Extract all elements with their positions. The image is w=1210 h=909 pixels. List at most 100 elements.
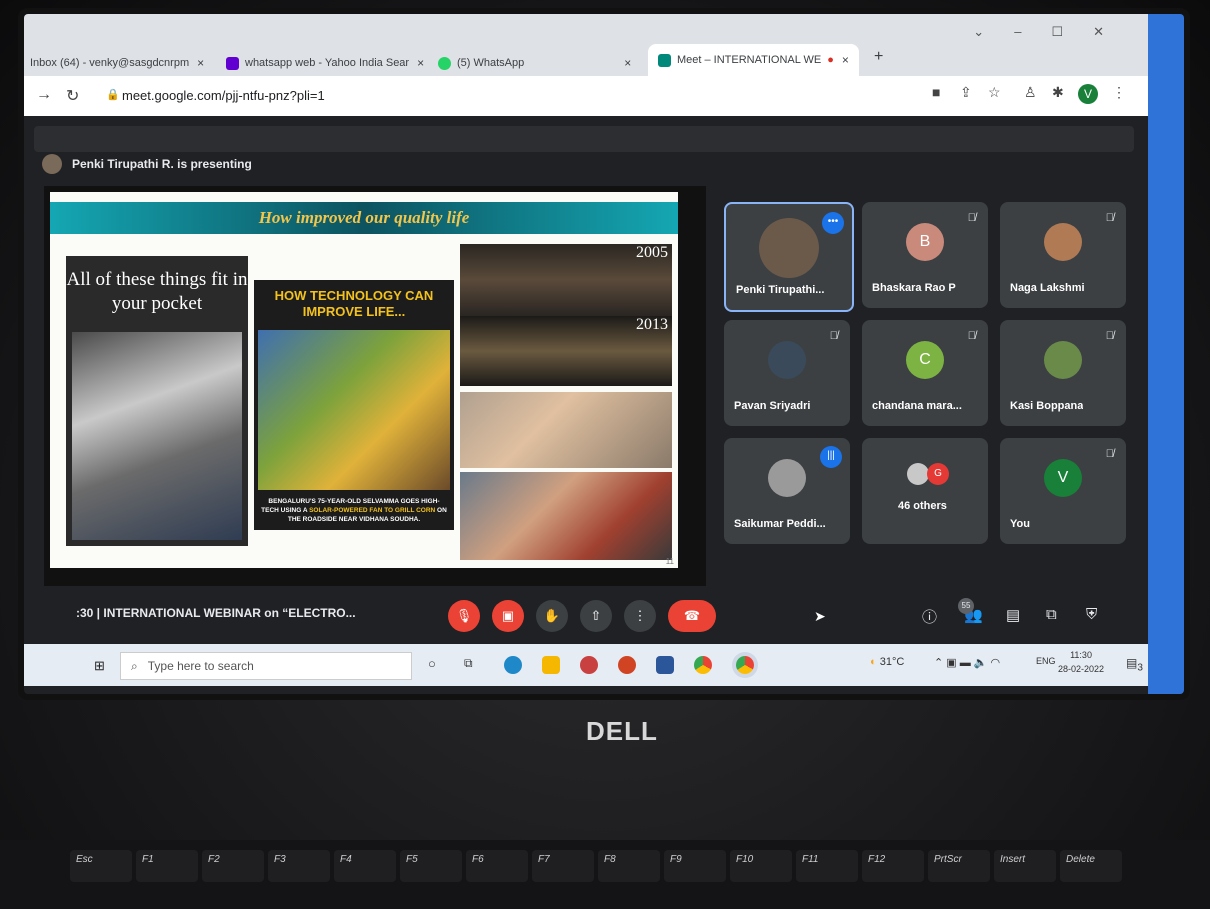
tab-yahoo[interactable]: whatsapp web - Yahoo India Sear × (226, 50, 424, 76)
gadgets-photo (72, 332, 242, 540)
panel-pocket-text: All of these things fit in your pocket (66, 269, 248, 314)
tab-gmail[interactable]: Inbox (64) - venky@sasgdcnrpm × (30, 50, 204, 76)
camera-icon[interactable]: ■ (932, 84, 940, 100)
app-icon[interactable] (580, 656, 598, 674)
tab-search-icon[interactable]: ⌄ (973, 24, 984, 40)
edge-icon[interactable] (504, 656, 522, 674)
yahoo-icon (226, 56, 239, 70)
lock-icon[interactable]: 🔒 (106, 88, 120, 101)
speaking-indicator-icon: ||| (820, 446, 842, 468)
participant-tile[interactable]: 🎙̸ Kasi Boppana (1000, 320, 1126, 426)
close-window-button[interactable]: ✕ (1093, 24, 1104, 40)
festival-crowd-photo (460, 472, 672, 560)
participant-tile[interactable]: 🎙̸ Pavan Sriyadri (724, 320, 850, 426)
share-icon[interactable]: ⇪ (960, 84, 972, 101)
self-tile[interactable]: 🎙̸ V You (1000, 438, 1126, 544)
others-tile[interactable]: G 46 others (862, 438, 988, 544)
window-controls: ⌄ – ☐ ✕ (973, 24, 1104, 40)
close-icon[interactable]: × (417, 56, 424, 70)
start-icon[interactable]: ⊞ (94, 658, 105, 674)
tab-whatsapp[interactable]: (5) WhatsApp × (438, 50, 631, 76)
chat-icon[interactable]: ▤ (1006, 606, 1020, 624)
powerpoint-icon[interactable] (618, 656, 636, 674)
new-tab-button[interactable]: + (874, 44, 883, 70)
leave-call-button[interactable]: ☎ (668, 600, 716, 632)
mic-off-icon: 🎙̸ (967, 330, 976, 342)
mic-off-icon: 🎙̸ (1105, 212, 1114, 224)
close-icon[interactable]: × (624, 56, 631, 70)
mic-off-icon: 🎙̸ (829, 330, 838, 342)
participant-name: chandana mara... (872, 400, 962, 412)
search-icon: ⌕ (131, 658, 138, 673)
chrome-active-icon[interactable] (736, 656, 754, 674)
key-insert: Insert (994, 850, 1056, 882)
presentation-view[interactable]: How improved our quality life All of the… (44, 186, 706, 586)
activities-icon[interactable]: ⧉ (1046, 606, 1057, 623)
participant-avatar-small: G (927, 463, 949, 485)
participant-tile[interactable]: 🎙̸ C chandana mara... (862, 320, 988, 426)
tab-meet[interactable]: Meet – INTERNATIONAL WE ● × (648, 44, 859, 76)
slide-number: 11 (665, 557, 674, 566)
mic-off-button[interactable]: 🎙 (448, 600, 480, 632)
participant-video (759, 218, 819, 278)
presenter-banner: Penki Tirupathi R. is presenting (42, 154, 252, 174)
reload-icon[interactable]: ↻ (66, 86, 79, 106)
key-delete: Delete (1060, 850, 1122, 882)
more-options-icon[interactable]: ••• (822, 212, 844, 234)
taskbar-search-input[interactable]: ⌕ Type here to search (120, 652, 412, 680)
participant-tile-presenter[interactable]: ••• Penki Tirupathi... (724, 202, 854, 312)
key-f1: F1 (136, 850, 198, 882)
accounts-icon[interactable]: ♙ (1024, 84, 1037, 101)
slide-panel-technology: HOW TECHNOLOGY CAN IMPROVE LIFE... BENGA… (254, 280, 454, 530)
key-f11: F11 (796, 850, 858, 882)
meet-stage: Penki Tirupathi R. is presenting How imp… (24, 116, 1148, 644)
profile-avatar[interactable]: V (1078, 84, 1098, 104)
raise-hand-button[interactable]: ✋ (536, 600, 568, 632)
key-f8: F8 (598, 850, 660, 882)
taskbar-clock[interactable]: 11:30 28-02-2022 (1058, 648, 1104, 676)
others-count: 46 others (898, 500, 947, 512)
minimize-button[interactable]: – (1014, 24, 1021, 40)
weather-icon: ◐ (870, 656, 877, 668)
people-icon[interactable]: 55 👥 (958, 598, 983, 624)
present-screen-button[interactable]: ⇧ (580, 600, 612, 632)
meet-controls: :30 | INTERNATIONAL WEBINAR on “ELECTRO.… (24, 588, 1148, 644)
slide-panel-crowds: 2005 2013 (460, 244, 672, 560)
task-view-icon[interactable]: ⧉ (464, 656, 473, 671)
participant-name: Kasi Boppana (1010, 400, 1084, 412)
participant-name: Penki Tirupathi... (736, 284, 825, 296)
cortana-icon[interactable]: ○ (428, 656, 436, 671)
key-f10: F10 (730, 850, 792, 882)
participant-tile[interactable]: 🎙̸ B Bhaskara Rao P (862, 202, 988, 308)
participant-name: Pavan Sriyadri (734, 400, 811, 412)
mic-off-icon: 🎙̸ (1105, 448, 1114, 460)
maximize-button[interactable]: ☐ (1051, 24, 1063, 40)
participant-avatar (768, 459, 806, 497)
close-icon[interactable]: × (842, 53, 849, 67)
participant-name: Naga Lakshmi (1010, 282, 1085, 294)
url-field[interactable]: meet.google.com/pjj-ntfu-pnz?pli=1 (122, 88, 325, 103)
word-icon[interactable] (656, 656, 674, 674)
notifications-icon[interactable]: ▤3 (1126, 656, 1143, 673)
dell-logo: DELL (586, 716, 658, 746)
file-explorer-icon[interactable] (542, 656, 560, 674)
key-f5: F5 (400, 850, 462, 882)
close-icon[interactable]: × (197, 56, 204, 70)
language-indicator[interactable]: ENG (1036, 656, 1056, 666)
system-tray-icons[interactable]: ⌃ ▣ ▬ 🔈 ◠ (934, 656, 1000, 669)
camera-off-button[interactable]: ▣ (492, 600, 524, 632)
forward-icon[interactable]: → (36, 86, 52, 104)
participant-tile[interactable]: ||| Saikumar Peddi... (724, 438, 850, 544)
participant-tile[interactable]: 🎙̸ Naga Lakshmi (1000, 202, 1126, 308)
more-options-button[interactable]: ⋮ (624, 600, 656, 632)
header-band (34, 126, 1134, 152)
panel-technology-caption: BENGALURU'S 75-YEAR-OLD SELVAMMA GOES HI… (261, 498, 447, 523)
menu-icon[interactable]: ⋮ (1112, 84, 1126, 101)
weather-widget[interactable]: ◐ 31°C (870, 656, 904, 668)
chrome-icon[interactable] (694, 656, 712, 674)
extensions-icon[interactable]: ✱ (1052, 84, 1064, 101)
host-controls-icon[interactable]: ⛨ (1086, 606, 1097, 623)
bookmark-star-icon[interactable]: ☆ (988, 84, 1001, 101)
slide-title: How improved our quality life (50, 202, 678, 234)
meeting-info-icon[interactable]: ⓘ (922, 606, 937, 627)
